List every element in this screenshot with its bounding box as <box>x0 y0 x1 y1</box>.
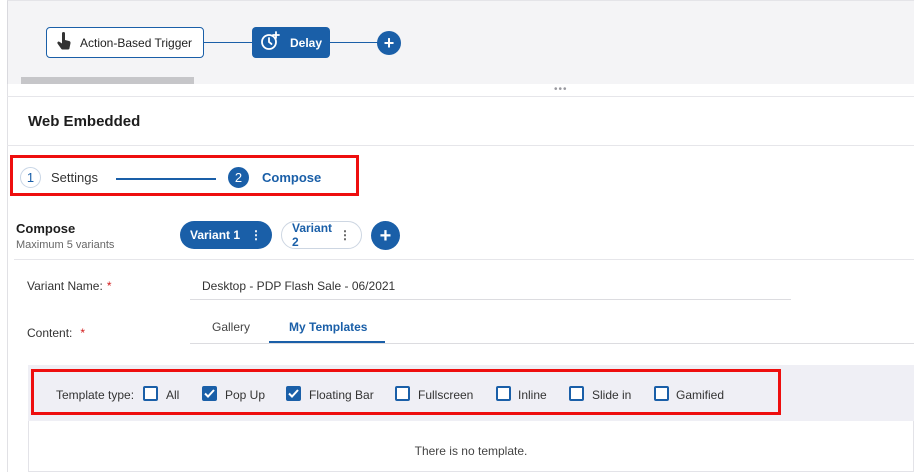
tab-my-templates[interactable]: My Templates <box>289 320 367 334</box>
panel-border <box>7 84 8 472</box>
trigger-node[interactable]: Action-Based Trigger <box>46 27 204 58</box>
variant-tab-2[interactable]: Variant 2 ⋮ <box>281 221 362 249</box>
checkbox-slide-in[interactable] <box>569 386 584 401</box>
checkbox-inline-label[interactable]: Inline <box>518 388 547 402</box>
checkbox-all[interactable] <box>143 386 158 401</box>
compose-title: Compose <box>16 221 76 236</box>
step-number[interactable]: 1 <box>20 167 41 188</box>
add-node-button[interactable]: + <box>377 31 401 55</box>
flow-canvas: Action-Based Trigger Delay + <box>7 0 914 84</box>
clock-plus-icon <box>260 31 281 54</box>
divider <box>14 259 914 260</box>
divider <box>7 145 914 146</box>
input-underline <box>190 299 791 300</box>
active-tab-indicator <box>269 341 385 343</box>
page-title: Web Embedded <box>28 113 141 130</box>
tab-gallery[interactable]: Gallery <box>212 320 250 334</box>
template-results: There is no template. <box>28 421 914 472</box>
content-label: Content: * <box>27 326 85 340</box>
step-compose-label[interactable]: Compose <box>262 170 321 185</box>
checkbox-floating-bar[interactable] <box>286 386 301 401</box>
variant-label: Variant 1 <box>190 228 241 242</box>
checkbox-inline[interactable] <box>496 386 511 401</box>
checkbox-all-label[interactable]: All <box>166 388 179 402</box>
required-marker: * <box>80 326 86 340</box>
variant-name-label-text: Variant Name: <box>27 279 103 293</box>
variant-name-label: Variant Name: * <box>27 279 111 293</box>
step-number[interactable]: 2 <box>228 167 249 188</box>
checkbox-slide-in-label[interactable]: Slide in <box>592 388 631 402</box>
template-type-label: Template type: <box>56 388 135 402</box>
delay-node-label: Delay <box>290 35 323 50</box>
checkbox-pop-up[interactable] <box>202 386 217 401</box>
content-label-text: Content: <box>27 326 73 340</box>
checkbox-pop-up-label[interactable]: Pop Up <box>225 388 265 402</box>
required-marker: * <box>106 279 112 293</box>
canvas-horizontal-scrollbar[interactable] <box>21 77 194 84</box>
more-vertical-icon[interactable]: ⋮ <box>339 229 351 241</box>
divider <box>7 96 914 97</box>
tabs-baseline <box>190 343 914 344</box>
template-type-filter: Template type: All Pop Up Floating Bar F… <box>31 369 781 415</box>
checkbox-gamified[interactable] <box>654 386 669 401</box>
step-settings-label[interactable]: Settings <box>51 170 98 185</box>
more-vertical-icon[interactable]: ⋮ <box>250 229 262 241</box>
flow-connector <box>204 42 252 43</box>
hand-pointer-icon <box>56 32 72 53</box>
checkbox-fullscreen-label[interactable]: Fullscreen <box>418 388 473 402</box>
checkbox-floating-bar-label[interactable]: Floating Bar <box>309 388 374 402</box>
checkbox-gamified-label[interactable]: Gamified <box>676 388 724 402</box>
add-variant-button[interactable]: + <box>371 221 400 250</box>
empty-state-message: There is no template. <box>414 444 528 458</box>
stepper: 1 Settings 2 Compose <box>10 155 359 196</box>
compose-subtitle: Maximum 5 variants <box>16 239 115 251</box>
flow-connector <box>330 42 378 43</box>
delay-node[interactable]: Delay <box>252 27 330 58</box>
step-connector <box>116 178 216 180</box>
resize-handle-icon[interactable]: ••• <box>554 85 568 95</box>
variant-name-input[interactable]: Desktop - PDP Flash Sale - 06/2021 <box>202 279 395 293</box>
variant-tab-1[interactable]: Variant 1 ⋮ <box>180 221 272 249</box>
variant-label: Variant 2 <box>292 221 333 249</box>
trigger-node-label: Action-Based Trigger <box>80 35 193 50</box>
checkbox-fullscreen[interactable] <box>395 386 410 401</box>
